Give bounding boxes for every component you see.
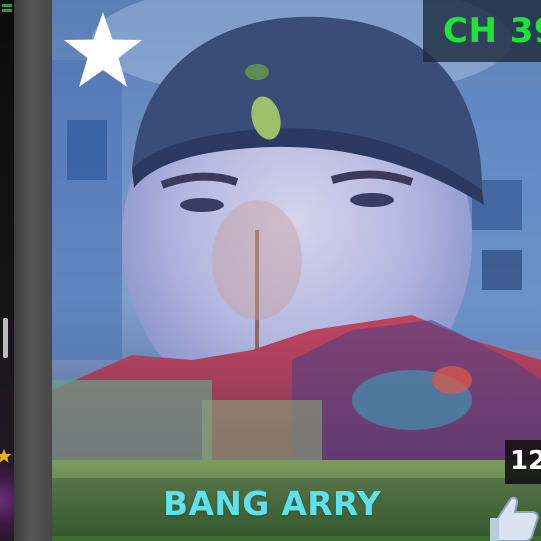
channel-label: CH 39 — [443, 11, 541, 51]
menu-icon[interactable] — [2, 4, 12, 18]
thumbs-up-icon[interactable] — [488, 488, 541, 541]
favorite-star-icon[interactable] — [62, 10, 144, 90]
like-count-badge: 128 — [505, 440, 541, 484]
author-name: BANG ARRY — [163, 484, 382, 523]
channel-badge: CH 39 — [423, 0, 541, 62]
scroll-handle[interactable] — [3, 318, 8, 358]
like-count: 128 — [510, 446, 541, 476]
small-star-icon — [0, 448, 12, 463]
left-panel — [0, 0, 14, 541]
separator-strip — [14, 0, 52, 541]
